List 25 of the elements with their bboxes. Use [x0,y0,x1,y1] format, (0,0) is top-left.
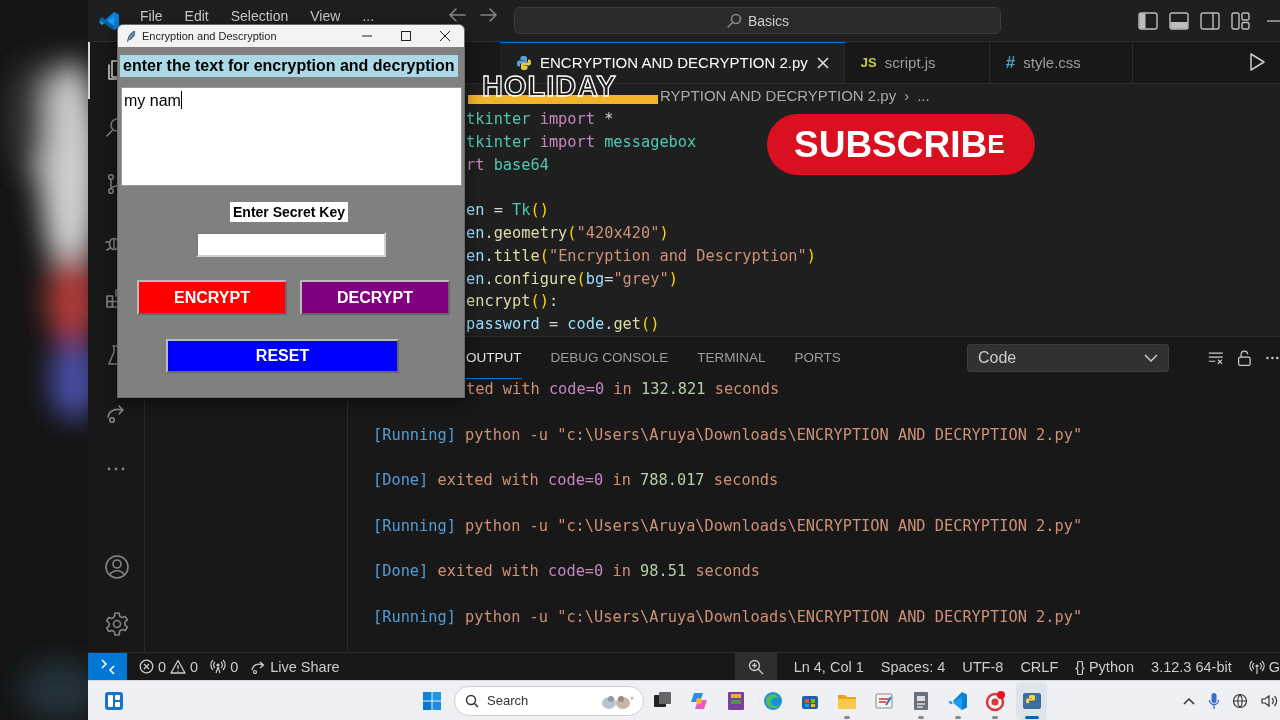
warning-count: 0 [190,658,199,675]
output-line: [Running] python -u "c:\Users\Aruya\Downloads\ENCRYPTION AND DECRYPTION 2.py" [373,515,1083,537]
output-line: [Done] exited with code=0 in 788.017 seconds [373,470,779,491]
error-count: 0 [158,658,167,675]
code-line: tkinter import messagebox [466,131,697,153]
workspace-name: Basics [747,12,790,29]
code-line: en.geometry("420x420") [466,223,669,244]
braces-icon: {} [1075,658,1085,675]
heading-label: enter the text for encryption and decryption [120,55,458,77]
js-file-icon: JS [860,55,877,71]
code-line: encrypt(): [466,291,559,313]
code-line: en.title("Encryption and Descryption") [466,245,816,267]
output-line: [Done] exited with code=0 in 98.51 seconds [373,561,760,582]
output-line: ted with code=0 in 132.821 seconds [466,379,780,400]
output-line: [Running] python -u "c:\Users\Aruya\Downloads\ENCRYPTION AND DECRYPTION 2.py" [373,606,1083,628]
code-line: rt base64 [466,154,549,176]
css-file-icon: # [1005,52,1016,73]
code-line: password = code.get() [466,314,660,336]
key-label: Enter Secret Key [230,202,349,222]
code-line: tkinter import * [466,109,614,130]
window-title: Encryption and Descryption [142,30,278,42]
code-line: en = Tk() [466,200,549,222]
breadcrumb-separator: › [904,87,910,105]
output-line: [Running] python -u "c:\Users\Aruya\Downloads\ENCRYPTION AND DECRYPTION 2.py" [373,424,1083,446]
code-line: en.configure(bg="grey") [466,268,678,290]
